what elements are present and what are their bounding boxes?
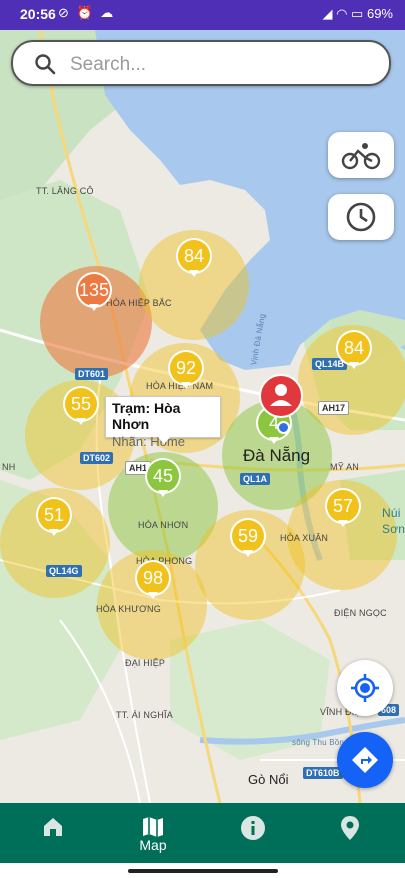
map-label: Sơn bbox=[382, 522, 405, 536]
search-input[interactable] bbox=[68, 50, 372, 80]
station-pin-57[interactable]: 57 bbox=[325, 488, 361, 528]
map-label: HÒA NHƠN bbox=[138, 520, 189, 530]
station-aqi-value: 51 bbox=[38, 499, 70, 531]
gesture-handle[interactable] bbox=[128, 869, 278, 873]
road-tag: DT601 bbox=[75, 368, 109, 380]
system-icons: ◢ ◠ ▭ 69% bbox=[322, 6, 393, 22]
nav-map-label: Map bbox=[139, 837, 167, 853]
notification-icons: ⊘ ⏰ ☁ bbox=[58, 5, 116, 20]
map-label: HÒA KHƯƠNG bbox=[96, 604, 161, 614]
user-location-pin[interactable] bbox=[259, 374, 303, 418]
station-aqi-value: 135 bbox=[78, 274, 110, 306]
info-icon bbox=[241, 816, 265, 840]
directions-button[interactable] bbox=[337, 732, 393, 788]
location-pin-icon bbox=[341, 816, 359, 840]
map-label: MỸ AN bbox=[330, 462, 360, 472]
battery-level: 69% bbox=[366, 6, 393, 21]
station-aqi-value: 59 bbox=[232, 520, 264, 552]
map-icon bbox=[143, 817, 163, 837]
nav-map[interactable]: Map bbox=[123, 803, 183, 863]
search-icon bbox=[35, 54, 56, 75]
station-pin-55[interactable]: 55 bbox=[63, 386, 99, 426]
nav-home[interactable] bbox=[23, 803, 83, 863]
gps-target-icon bbox=[351, 674, 379, 702]
status-bar: 20:56 ⊘ ⏰ ☁ ◢ ◠ ▭ 69% bbox=[0, 0, 405, 30]
bicycle-mode-button[interactable] bbox=[328, 132, 394, 178]
home-icon bbox=[44, 818, 62, 836]
gesture-bar bbox=[0, 863, 405, 878]
station-pin-84-north[interactable]: 84 bbox=[176, 238, 212, 278]
station-aqi-value: 57 bbox=[327, 490, 359, 522]
station-aqi-value: 98 bbox=[137, 562, 169, 594]
station-aqi-value: 84 bbox=[178, 240, 210, 272]
station-pin-92[interactable]: 92 bbox=[168, 350, 204, 390]
station-aqi-value: 55 bbox=[65, 388, 97, 420]
station-pin-98[interactable]: 98 bbox=[135, 560, 171, 600]
station-aqi-value: 45 bbox=[147, 460, 179, 492]
road-tag: QL1A bbox=[240, 473, 271, 485]
station-pin-84-east[interactable]: 84 bbox=[336, 330, 372, 370]
history-button[interactable] bbox=[328, 194, 394, 240]
map-label: Núi bbox=[382, 506, 401, 520]
road-tag: DT610B bbox=[303, 767, 343, 779]
current-location-dot bbox=[277, 421, 290, 434]
map-label: TT. LĂNG CÔ bbox=[36, 186, 94, 196]
station-tooltip[interactable]: Trạm: Hòa Nhơn Nhãn: Home bbox=[105, 396, 221, 449]
station-pin-59[interactable]: 59 bbox=[230, 518, 266, 558]
my-location-button[interactable] bbox=[337, 660, 393, 716]
station-pin-135[interactable]: 135 bbox=[76, 272, 112, 312]
map-label: sông Thu Bồn bbox=[292, 738, 345, 747]
clock-icon bbox=[346, 202, 376, 232]
map-label: HÒA HIỆP BẮC bbox=[106, 298, 172, 308]
road-tag: QL14G bbox=[46, 565, 82, 577]
station-aqi-value: 84 bbox=[338, 332, 370, 364]
road-tag: AH17 bbox=[318, 401, 350, 415]
map-label: HÒA XUÂN bbox=[280, 533, 329, 543]
map-label: ĐẠI HIỆP bbox=[125, 658, 166, 668]
station-pin-45[interactable]: 45 bbox=[145, 458, 181, 498]
bicycle-icon bbox=[341, 143, 381, 170]
station-pin-51[interactable]: 51 bbox=[36, 497, 72, 537]
map-label: NH bbox=[2, 462, 16, 472]
map-label: ĐIỆN NGỌC bbox=[334, 608, 387, 618]
station-aqi-value: 92 bbox=[170, 352, 202, 384]
battery-icon: ▭ bbox=[351, 6, 364, 21]
nav-info[interactable] bbox=[222, 803, 282, 863]
city-label: Đà Nẵng bbox=[243, 446, 311, 465]
person-icon bbox=[270, 384, 292, 406]
map-label: TT. ÁI NGHĨA bbox=[116, 710, 173, 720]
wifi-icon: ◠ bbox=[336, 6, 348, 21]
road-tag: DT602 bbox=[80, 452, 114, 464]
tooltip-station-name: Trạm: Hòa Nhơn bbox=[112, 400, 181, 432]
town-label: Gò Nổi bbox=[248, 772, 289, 787]
signal-icon: ◢ bbox=[322, 6, 333, 21]
bottom-navigation: Map bbox=[0, 803, 405, 863]
directions-icon bbox=[352, 747, 378, 773]
nav-location[interactable] bbox=[320, 803, 380, 863]
search-bar[interactable] bbox=[11, 40, 391, 86]
status-time: 20:56 bbox=[20, 6, 56, 22]
